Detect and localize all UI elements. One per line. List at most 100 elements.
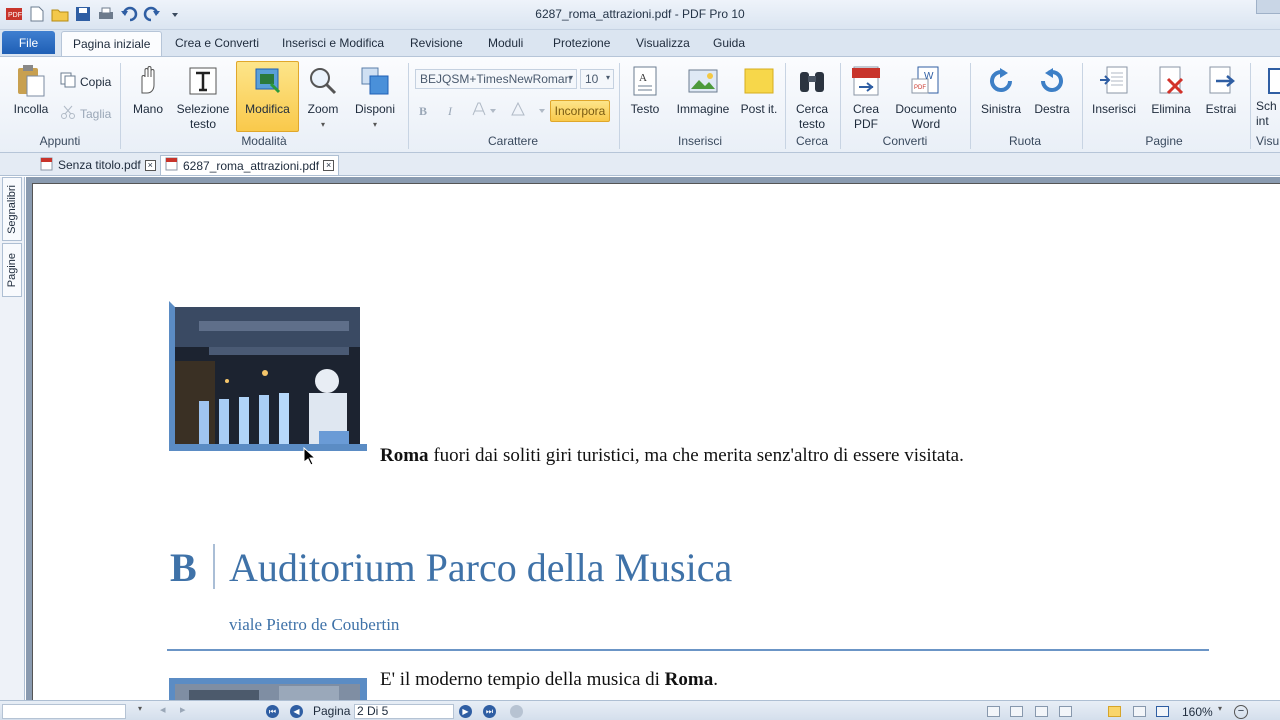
page-number-input[interactable]: 2 Di 5 [354, 704, 454, 719]
tab-revisione[interactable]: Revisione [410, 36, 463, 50]
modifica-button[interactable]: Modifica [238, 63, 297, 117]
zoom-out-icon[interactable]: − [1234, 705, 1248, 719]
copia-button[interactable]: Copia [60, 72, 111, 91]
tab-visualizza[interactable]: Visualizza [636, 36, 690, 50]
chevron-down-icon: ▾ [320, 120, 325, 129]
tab-segnalibri[interactable]: Segnalibri [2, 177, 22, 241]
font-name-combo[interactable]: BEJQSM+TimesNewRoman ▾ [415, 69, 577, 89]
tab-pagina-iniziale[interactable]: Pagina iniziale [61, 31, 163, 57]
section-address: viale Pietro de Coubertin [229, 615, 400, 634]
facing-view-icon[interactable] [1035, 706, 1048, 717]
last-page-icon[interactable]: ⏭ [483, 705, 496, 718]
inserisci-pagine-button[interactable]: Inserisci [1090, 63, 1138, 117]
window-controls[interactable] [1256, 0, 1280, 14]
single-page-view-icon[interactable] [987, 706, 1000, 717]
incolla-button[interactable]: Incolla [8, 63, 54, 117]
documento-word-button[interactable]: PDF W Documento Word [890, 63, 962, 132]
fullscreen-icon [1256, 63, 1280, 99]
ribbon-separator [1250, 63, 1251, 149]
ruota-destra-button[interactable]: Destra [1030, 63, 1074, 117]
schermo-intero-button[interactable]: Sch int [1256, 63, 1280, 129]
title-bar: PDF 6287_roma_attrazioni.pdf - PDF Pro 1… [0, 0, 1280, 30]
magnifier-icon [305, 63, 341, 99]
close-tab-icon[interactable]: × [144, 159, 156, 171]
scroll-left-icon[interactable]: ◂ [160, 703, 166, 716]
next-page-icon[interactable]: ▶ [459, 705, 472, 718]
ribbon: Incolla Copia Taglia Appunti Mano Selezi… [0, 56, 1280, 153]
file-menu-button[interactable]: File [2, 31, 55, 54]
ribbon-tabs: File Pagina iniziale Crea e Converti Ins… [0, 30, 1280, 57]
previous-page-icon[interactable]: ◀ [290, 705, 303, 718]
status-bar: ▾ ◂ ▸ ⏮ ◀ Pagina 2 Di 5 ▶ ⏭ 160% ▾ − [0, 700, 1280, 720]
chevron-down-icon[interactable]: ▾ [138, 704, 142, 713]
estrai-pagine-button[interactable]: Estrai [1200, 63, 1242, 117]
insert-page-icon [1096, 63, 1132, 99]
zoom-level[interactable]: 160% [1182, 705, 1213, 719]
tab-crea-converti[interactable]: Crea e Converti [175, 36, 259, 50]
delete-page-icon [1153, 63, 1189, 99]
font-color-icon [470, 101, 498, 122]
continuous-view-icon[interactable] [1010, 706, 1023, 717]
crea-pdf-button[interactable]: Crea PDF [846, 63, 886, 132]
post-it-button[interactable]: Post it. [740, 63, 778, 117]
side-panel: Segnalibri Pagine [0, 177, 25, 700]
ruota-sinistra-button[interactable]: Sinistra [976, 63, 1026, 117]
cerca-testo-button[interactable]: Cerca testo [790, 63, 834, 132]
group-label-cerca: Cerca [795, 134, 828, 148]
image-icon [685, 63, 721, 99]
doc-tab-senza-titolo[interactable]: Senza titolo.pdf × [36, 155, 160, 175]
paste-icon [13, 63, 49, 99]
ribbon-separator [970, 63, 971, 149]
document-view[interactable]: Roma fuori dai soliti giri turistici, ma… [26, 177, 1280, 700]
first-page-icon[interactable]: ⏮ [266, 705, 279, 718]
italic-button[interactable]: I [448, 104, 452, 119]
move-view-icon[interactable] [1059, 706, 1072, 717]
scissors-icon [60, 104, 76, 123]
pdf-page[interactable]: Roma fuori dai soliti giri turistici, ma… [32, 183, 1280, 700]
font-size-combo[interactable]: 10 ▾ [580, 69, 614, 89]
document-tabs: Senza titolo.pdf × 6287_roma_attrazioni.… [0, 153, 1280, 176]
bold-button[interactable]: B [419, 104, 427, 119]
tab-guida[interactable]: Guida [713, 36, 745, 50]
chevron-down-icon[interactable]: ▾ [1218, 704, 1222, 713]
actual-size-icon[interactable] [1133, 706, 1146, 717]
scroll-right-icon[interactable]: ▸ [180, 703, 186, 716]
immagine-button[interactable]: Immagine [672, 63, 734, 117]
tab-moduli[interactable]: Moduli [488, 36, 523, 50]
status-field[interactable] [2, 704, 126, 719]
tab-pagine[interactable]: Pagine [2, 243, 22, 297]
highlight-color-button[interactable] [508, 101, 546, 122]
zoom-button[interactable]: Zoom ▾ [303, 63, 343, 132]
museum-photo[interactable] [169, 301, 367, 451]
ribbon-separator [408, 63, 409, 149]
tab-inserisci-modifica[interactable]: Inserisci e Modifica [282, 36, 384, 50]
close-tab-icon[interactable]: × [323, 160, 335, 171]
elimina-pagine-button[interactable]: Elimina [1148, 63, 1194, 117]
mano-button[interactable]: Mano [127, 63, 169, 117]
selezione-testo-button[interactable]: Selezione testo [174, 63, 232, 132]
fit-width-icon[interactable] [1108, 706, 1121, 717]
fit-page-icon[interactable] [1156, 706, 1169, 717]
auditorium-photo-image [169, 678, 367, 700]
auditorium-photo[interactable] [169, 678, 367, 700]
doc-tab-roma-attrazioni[interactable]: 6287_roma_attrazioni.pdf × [160, 155, 340, 175]
tab-protezione[interactable]: Protezione [553, 36, 610, 50]
font-color-button[interactable] [470, 101, 498, 122]
intro-paragraph: Roma fuori dai soliti giri turistici, ma… [380, 445, 964, 466]
refresh-icon[interactable] [510, 705, 523, 718]
window-title: 6287_roma_attrazioni.pdf - PDF Pro 10 [535, 7, 745, 21]
chevron-down-icon: ▾ [372, 120, 377, 129]
body-paragraph: E' il moderno tempio della musica di Rom… [380, 669, 718, 690]
section-title: Auditorium Parco della Musica [229, 545, 733, 590]
extract-page-icon [1203, 63, 1239, 99]
edit-object-icon [250, 63, 286, 99]
taglia-button[interactable]: Taglia [60, 104, 111, 123]
ribbon-separator [840, 63, 841, 149]
hand-icon [130, 63, 166, 99]
incorpora-button[interactable]: Incorpora [550, 100, 610, 122]
testo-button[interactable]: A Testo [625, 63, 665, 117]
disponi-button[interactable]: Disponi ▾ [350, 63, 400, 132]
group-label-appunti: Appunti [39, 134, 81, 148]
rotate-left-icon [983, 63, 1019, 99]
group-label-pagine: Pagine [1145, 134, 1183, 148]
